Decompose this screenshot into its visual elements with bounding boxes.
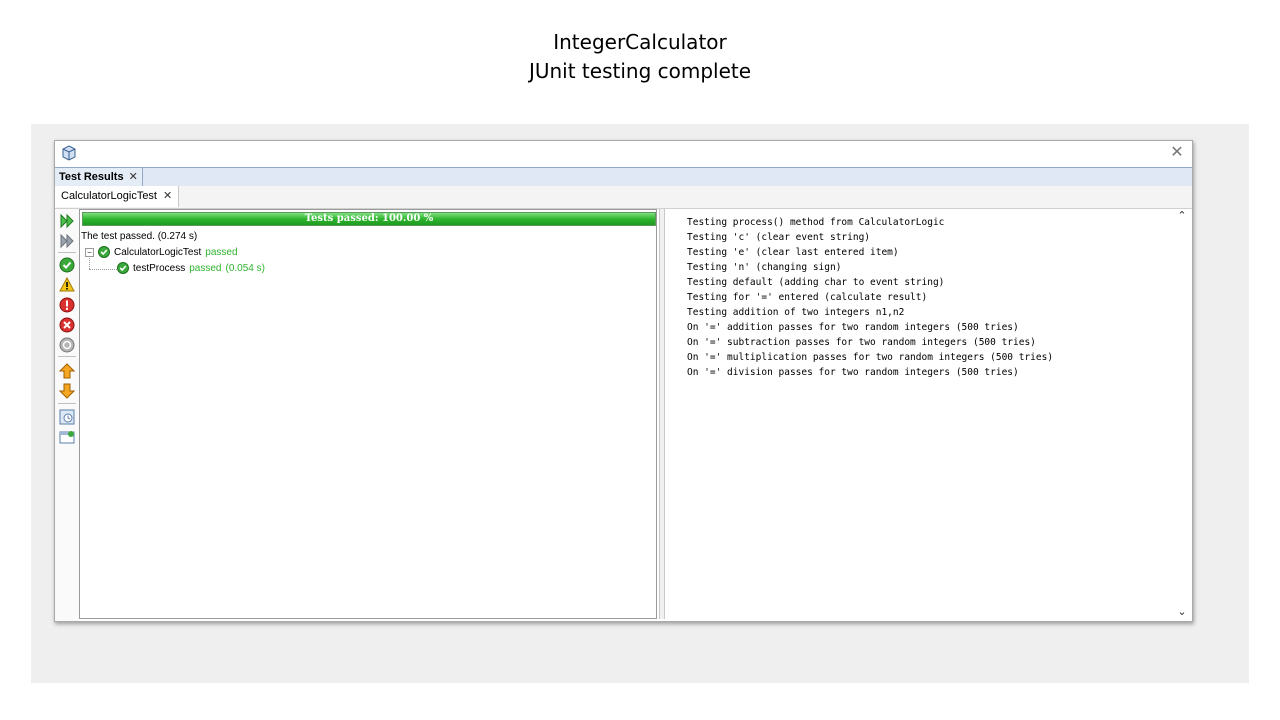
output-line: On '=' addition passes for two random in… <box>687 322 1019 333</box>
passed-check-icon <box>117 262 129 274</box>
export-icon[interactable] <box>59 429 75 445</box>
next-failure-icon[interactable] <box>59 383 75 399</box>
pane-splitter[interactable] <box>659 209 665 619</box>
tab-strip: Test Results ✕ <box>55 167 1192 187</box>
test-time: (0.054 s) <box>225 262 265 274</box>
slide-title-line2: JUnit testing complete <box>528 59 752 83</box>
show-warnings-icon[interactable] <box>59 277 75 293</box>
output-line: Testing for '=' entered (calculate resul… <box>687 292 928 303</box>
test-progress-bar: Tests passed: 100.00 % <box>82 212 656 226</box>
slide-title-line1: IntegerCalculator <box>553 30 727 54</box>
test-summary: The test passed. (0.274 s) <box>81 231 198 242</box>
test-name: testProcess <box>133 262 186 274</box>
output-line: Testing process() method from Calculator… <box>687 217 945 228</box>
window-titlebar: ✕ <box>55 141 1192 167</box>
output-line: On '=' multiplication passes for two ran… <box>687 352 1054 363</box>
tab-test-results[interactable]: Test Results ✕ <box>55 168 143 186</box>
output-line: On '=' subtraction passes for two random… <box>687 337 1036 348</box>
rerun-icon[interactable] <box>59 213 75 229</box>
show-errors-icon[interactable] <box>59 317 75 333</box>
output-line: Testing default (adding char to event st… <box>687 277 945 288</box>
suite-status: passed <box>205 246 238 258</box>
tree-node-test[interactable]: testProcess passed (0.054 s) <box>117 262 265 274</box>
subtab-calculator-logic-test[interactable]: CalculatorLogicTest ✕ <box>55 186 180 207</box>
test-results-toolbar <box>55 209 79 621</box>
output-line: Testing 'e' (clear last entered item) <box>687 247 899 258</box>
slide-title: IntegerCalculator JUnit testing complete <box>0 28 1280 86</box>
tab-close-icon[interactable]: ✕ <box>129 168 138 186</box>
history-icon[interactable] <box>59 409 75 425</box>
show-failures-icon[interactable] <box>59 297 75 313</box>
subtab-strip: CalculatorLogicTest ✕ <box>55 186 1192 209</box>
output-line: On '=' division passes for two random in… <box>687 367 1019 378</box>
window-close-icon[interactable]: ✕ <box>1168 144 1186 162</box>
suite-name: CalculatorLogicTest <box>114 246 202 258</box>
subtab-label: CalculatorLogicTest <box>61 190 157 202</box>
scroll-down-icon[interactable]: ⌄ <box>1175 605 1189 619</box>
output-scrollbar[interactable]: ⌃ ⌄ <box>1175 209 1189 619</box>
output-line: Testing 'n' (changing sign) <box>687 262 842 273</box>
tree-node-suite[interactable]: − CalculatorLogicTest passed <box>85 246 238 258</box>
scroll-up-icon[interactable]: ⌃ <box>1175 209 1189 223</box>
test-results-window: ✕ Test Results ✕ CalculatorLogicTest ✕ T… <box>54 140 1193 622</box>
output-line: Testing addition of two integers n1,n2 <box>687 307 905 318</box>
test-output-pane: Testing process() method from Calculator… <box>667 209 1190 619</box>
test-status: passed <box>189 262 222 274</box>
progress-label: Tests passed: 100.00 % <box>304 213 434 224</box>
show-passed-icon[interactable] <box>59 257 75 273</box>
test-output-text: Testing process() method from Calculator… <box>687 215 1053 380</box>
collapse-toggle-icon[interactable]: − <box>85 247 94 257</box>
netbeans-cube-icon <box>62 145 76 161</box>
subtab-close-icon[interactable]: ✕ <box>163 186 172 207</box>
test-tree-pane: Tests passed: 100.00 % The test passed. … <box>79 209 657 619</box>
previous-failure-icon[interactable] <box>59 363 75 379</box>
show-aborted-icon[interactable] <box>59 337 75 353</box>
rerun-failed-icon[interactable] <box>59 233 75 249</box>
passed-check-icon <box>98 246 110 258</box>
output-line: Testing 'c' (clear event string) <box>687 232 871 243</box>
tab-test-results-label: Test Results <box>59 171 124 183</box>
